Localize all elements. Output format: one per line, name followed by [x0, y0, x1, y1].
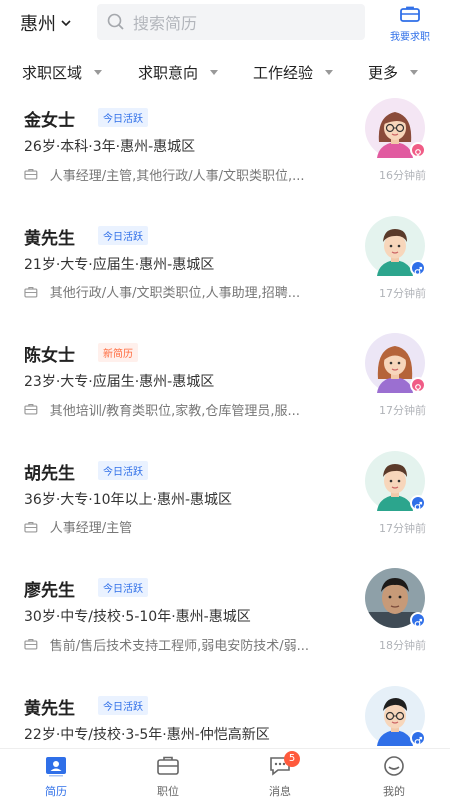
candidate-meta: 26岁·本科·3年·惠州-惠城区	[24, 139, 196, 155]
status-badge: 今日活跃	[98, 460, 148, 480]
smiley-icon	[384, 756, 404, 776]
resume-card[interactable]: 廖先生 今日活跃 30岁·中专/技校·5-10年·惠州-惠城区 售前/售后技术支…	[0, 566, 450, 684]
avatar	[365, 215, 426, 276]
candidate-name: 黄先生	[24, 698, 75, 719]
candidate-meta: 36岁·大专·10年以上·惠州-惠城区	[24, 491, 233, 508]
caret-down-icon	[210, 70, 219, 75]
nav-item-resume[interactable]: 简历	[26, 755, 86, 799]
candidate-meta: 23岁·大专·应届生·惠州-惠城区	[24, 374, 215, 390]
job-intent-text: 人事经理/主管	[49, 521, 133, 536]
bottom-nav: 简历 职位 5 消息 我的	[0, 748, 450, 800]
avatar	[365, 333, 426, 393]
male-gender-icon	[410, 494, 426, 511]
candidate-name: 胡先生	[24, 463, 75, 484]
candidate-name: 陈女士	[24, 346, 75, 366]
chevron-down-icon	[61, 20, 71, 27]
briefcase-icon	[400, 6, 420, 22]
active-time: 16分钟前	[379, 169, 426, 182]
female-gender-icon	[410, 377, 426, 393]
resume-list: 金女士 今日活跃 26岁·本科·3年·惠州-惠城区 人事经理/主管,其他行政/人…	[0, 96, 450, 746]
filter-label: 更多	[368, 64, 399, 82]
city-selector[interactable]: 惠州	[20, 10, 72, 36]
nav-label: 我的	[383, 785, 405, 798]
nav-item-messages[interactable]: 5 消息	[250, 751, 310, 799]
city-label: 惠州	[20, 14, 56, 35]
filter-intent[interactable]: 求职意向	[138, 62, 219, 83]
filter-label: 求职区域	[22, 64, 83, 82]
avatar	[365, 450, 426, 511]
nav-item-jobs[interactable]: 职位	[138, 755, 198, 799]
resume-card[interactable]: 陈女士 新简历 23岁·大专·应届生·惠州-惠城区 其他培训/教育类职位,家教,…	[0, 331, 450, 449]
caret-down-icon	[325, 70, 334, 75]
briefcase-icon	[24, 168, 38, 180]
nav-item-profile[interactable]: 我的	[364, 755, 424, 799]
filter-more[interactable]: 更多	[368, 62, 419, 83]
briefcase-icon	[24, 638, 38, 650]
candidate-meta: 22岁·中专/技校·3-5年·惠州-仲恺高新区	[24, 726, 270, 743]
briefcase-icon	[24, 403, 38, 415]
search-input[interactable]: 搜索简历	[97, 4, 365, 40]
male-gender-icon	[410, 259, 426, 276]
resume-card[interactable]: 黄先生 今日活跃 22岁·中专/技校·3-5年·惠州-仲恺高新区	[0, 684, 450, 747]
job-intent: 其他培训/教育类职位,家教,仓库管理员,服...	[24, 399, 364, 419]
filter-region[interactable]: 求职区域	[22, 62, 103, 83]
status-badge: 今日活跃	[98, 695, 148, 715]
status-badge: 今日活跃	[98, 108, 148, 127]
job-intent: 售前/售后技术支持工程师,弱电安防技术/弱...	[24, 634, 364, 654]
job-intent: 其他行政/人事/文职类职位,人事助理,招聘...	[24, 282, 364, 302]
status-badge: 今日活跃	[98, 578, 148, 597]
caret-down-icon	[94, 70, 103, 75]
candidate-meta: 21岁·大专·应届生·惠州-惠城区	[24, 256, 215, 273]
nav-label: 消息	[269, 785, 291, 798]
active-time: 17分钟前	[379, 404, 426, 417]
female-gender-icon	[410, 142, 426, 158]
filter-label: 求职意向	[138, 64, 199, 82]
search-icon	[107, 13, 124, 30]
nav-label: 简历	[45, 785, 67, 798]
resume-card[interactable]: 黄先生 今日活跃 21岁·大专·应届生·惠州-惠城区 其他行政/人事/文职类职位…	[0, 214, 450, 332]
avatar	[365, 98, 426, 158]
candidate-name: 黄先生	[24, 228, 75, 249]
search-placeholder: 搜索简历	[133, 14, 198, 33]
caret-down-icon	[410, 70, 419, 75]
job-intent-text: 其他行政/人事/文职类职位,人事助理,招聘...	[49, 286, 301, 301]
filter-experience[interactable]: 工作经验	[253, 62, 334, 83]
male-gender-icon	[410, 729, 426, 746]
briefcase-icon	[24, 521, 38, 532]
message-count-badge: 5	[284, 751, 300, 767]
avatar	[365, 685, 426, 746]
briefcase-icon	[24, 286, 38, 297]
job-intent-text: 其他培训/教育类职位,家教,仓库管理员,服...	[49, 403, 300, 419]
candidate-meta: 30岁·中专/技校·5-10年·惠州-惠城区	[24, 609, 251, 625]
job-intent: 人事经理/主管,其他行政/人事/文职类职位,...	[24, 164, 364, 184]
active-time: 17分钟前	[379, 286, 426, 300]
job-intent: 人事经理/主管	[24, 517, 364, 537]
resume-card[interactable]: 胡先生 今日活跃 36岁·大专·10年以上·惠州-惠城区 人事经理/主管 17分…	[0, 449, 450, 567]
male-gender-icon	[410, 612, 426, 628]
briefcase-icon	[157, 756, 179, 775]
job-intent-text: 人事经理/主管,其他行政/人事/文职类职位,...	[49, 168, 305, 184]
filter-bar: 求职区域 求职意向 工作经验 更多	[0, 62, 450, 88]
resume-icon	[46, 757, 66, 777]
active-time: 17分钟前	[379, 521, 426, 535]
nav-label: 职位	[157, 785, 179, 798]
resume-card[interactable]: 金女士 今日活跃 26岁·本科·3年·惠州-惠城区 人事经理/主管,其他行政/人…	[0, 96, 450, 214]
active-time: 18分钟前	[379, 639, 426, 652]
candidate-name: 廖先生	[24, 581, 75, 601]
top-bar: 惠州 搜索简历 我要求职	[0, 0, 450, 48]
status-badge: 今日活跃	[98, 225, 148, 245]
job-seek-label: 我要求职	[390, 32, 430, 43]
candidate-name: 金女士	[24, 111, 75, 131]
job-intent-text: 售前/售后技术支持工程师,弱电安防技术/弱...	[49, 638, 310, 654]
filter-label: 工作经验	[253, 64, 314, 82]
job-seek-button[interactable]: 我要求职	[378, 6, 442, 43]
status-badge: 新简历	[98, 343, 138, 362]
avatar-photo	[365, 568, 426, 628]
